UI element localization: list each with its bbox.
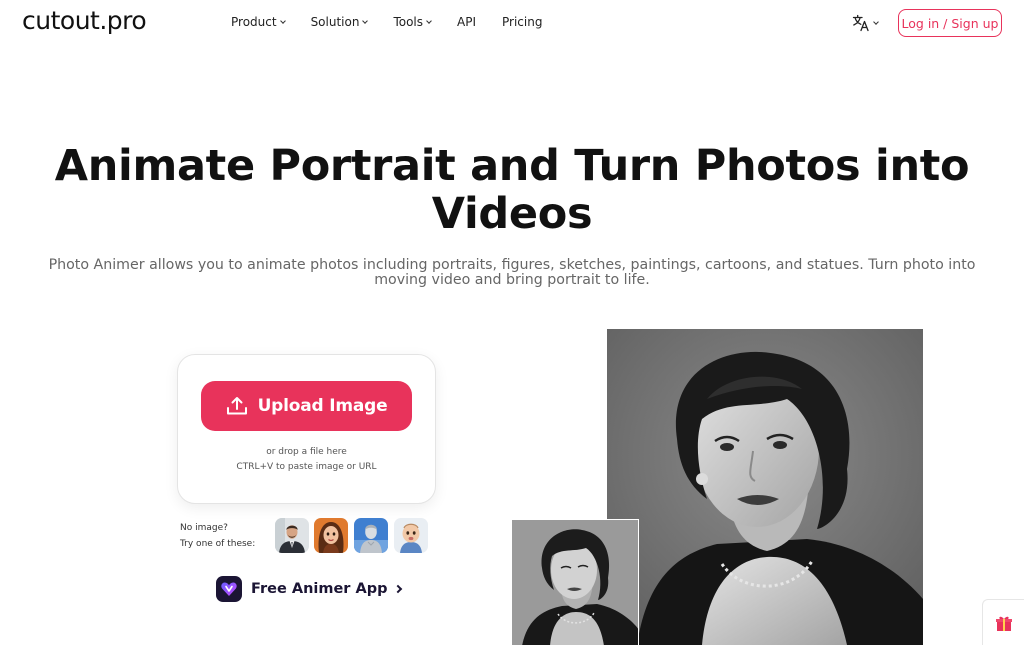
nav-tools-label: Tools xyxy=(393,15,424,29)
nav-pricing[interactable]: Pricing xyxy=(502,15,542,29)
drop-file-text: or drop a file here xyxy=(266,447,347,457)
top-header: cutout.pro Product Solution Tools API Pr… xyxy=(0,0,1024,46)
portrait-result-illustration xyxy=(607,329,923,645)
page-subtitle: Photo Animer allows you to animate photo… xyxy=(48,257,976,288)
upload-icon xyxy=(226,397,247,415)
gift-floating-button[interactable] xyxy=(982,599,1024,645)
no-image-text: No image? xyxy=(180,523,228,533)
animer-app-icon xyxy=(216,576,242,602)
baby-thumbnail xyxy=(394,518,428,553)
chevron-down-icon xyxy=(279,17,286,24)
free-animer-app-link[interactable]: Free Animer App xyxy=(216,576,403,602)
nav-solution[interactable]: Solution xyxy=(310,15,369,29)
page-title: Animate Portrait and Turn Photos into Vi… xyxy=(54,141,970,239)
language-selector[interactable] xyxy=(852,14,879,32)
portrait-original-illustration xyxy=(512,520,638,645)
chevron-right-icon xyxy=(394,584,403,594)
animer-heart-logo-icon xyxy=(221,582,237,596)
original-photo-image xyxy=(512,519,639,645)
nav-product[interactable]: Product xyxy=(231,15,286,29)
cartoon-girl-thumbnail xyxy=(314,518,348,553)
nav-api[interactable]: API xyxy=(457,15,476,29)
nav-product-label: Product xyxy=(231,15,277,29)
animated-portrait-image xyxy=(607,329,923,645)
login-signup-button[interactable]: Log in / Sign up xyxy=(898,9,1002,37)
try-these-text: Try one of these: xyxy=(180,539,256,549)
drop-hint: or drop a file here CTRL+V to paste imag… xyxy=(178,445,435,475)
animer-app-label: Free Animer App xyxy=(251,581,388,597)
main-nav: Product Solution Tools API Pricing xyxy=(231,15,568,29)
upload-dropzone[interactable]: Upload Image or drop a file here CTRL+V … xyxy=(177,354,436,504)
gift-icon xyxy=(995,616,1012,631)
chevron-down-icon xyxy=(362,17,369,24)
sample-thumb-baby[interactable] xyxy=(394,518,428,553)
sample-thumb-man[interactable] xyxy=(275,518,309,553)
translate-icon xyxy=(852,14,869,32)
upload-image-label: Upload Image xyxy=(257,396,388,416)
paste-hint-text: CTRL+V to paste image or URL xyxy=(236,462,377,472)
nav-solution-label: Solution xyxy=(310,15,360,29)
sample-thumb-cartoon[interactable] xyxy=(314,518,348,553)
nav-api-label: API xyxy=(457,15,476,29)
nav-pricing-label: Pricing xyxy=(502,15,543,29)
cutout-pro-logo[interactable]: cutout.pro xyxy=(22,6,147,35)
sample-thumb-statue[interactable] xyxy=(354,518,388,553)
sample-prompt: No image? Try one of these: xyxy=(180,520,255,552)
nav-tools[interactable]: Tools xyxy=(393,15,432,29)
chevron-down-icon xyxy=(873,18,879,25)
man-in-suit-thumbnail xyxy=(275,518,309,553)
statue-thumbnail xyxy=(354,518,388,553)
upload-image-button[interactable]: Upload Image xyxy=(201,381,412,431)
chevron-down-icon xyxy=(426,17,432,24)
